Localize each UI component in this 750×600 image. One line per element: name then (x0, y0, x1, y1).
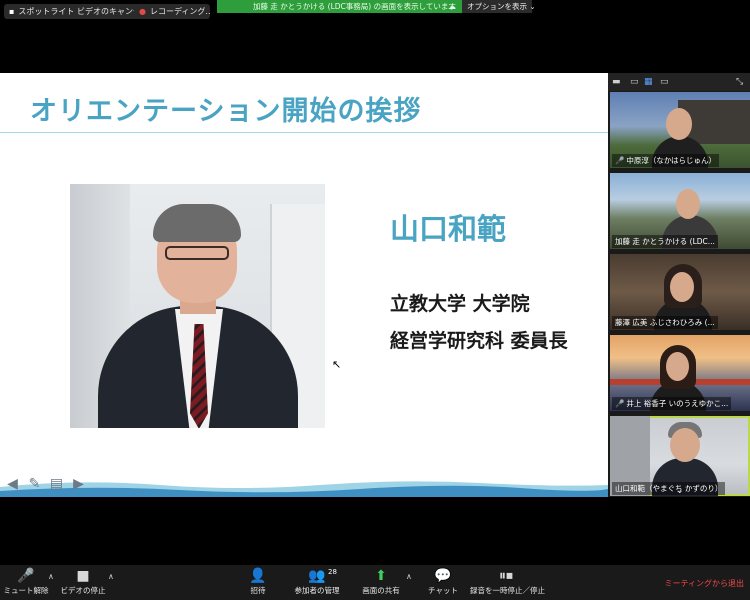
chevron-down-icon[interactable]: ⌄ (676, 486, 684, 496)
speaker-view-icon[interactable]: ▭ (630, 77, 639, 87)
video-options-caret[interactable]: ∧ (108, 572, 114, 581)
previous-slide-icon[interactable]: ◀ (4, 476, 21, 492)
recording-indicator[interactable]: ● レコーディング... (134, 4, 210, 19)
chevron-down-icon: ⌄ (529, 2, 536, 11)
participant-gallery: ▬ ▭ ▦ ▭ ⤡ 🎤 中原淳（なかはらじゅん） 加藤 走 かとうかける (LDC… (608, 73, 750, 497)
share-screen-icon: ⬆ (375, 568, 387, 584)
speaker-name: 山口和範 (390, 212, 507, 246)
decorative-wave (0, 481, 608, 497)
slide-title: オリエンテーション開始の挨拶 (30, 96, 422, 127)
stop-video-button[interactable]: ■ ビデオの停止 (60, 567, 106, 596)
participant-tile[interactable]: 藤澤 広美 ふじさわひろみ (... (610, 254, 750, 330)
title-divider (0, 132, 608, 133)
participant-name: 藤澤 広美 ふじさわひろみ (... (612, 316, 718, 329)
cloud-icon: ☁ (448, 2, 456, 11)
minimize-icon[interactable]: ▬ (612, 77, 621, 87)
share-options-caret[interactable]: ∧ (406, 572, 412, 581)
top-bar: ▪ スポットライト ビデオのキャンセル ● レコーディング... 加藤 走 かとうか… (0, 0, 750, 22)
audio-options-caret[interactable]: ∧ (48, 572, 54, 581)
exit-fullscreen-icon[interactable]: ⤡ (736, 77, 743, 87)
participant-name: 🎤 井上 裕香子 いのうえゆかこ... (612, 397, 732, 410)
pause-stop-recording-button[interactable]: ⏸⏹ 録音を一時停止／停止 (470, 567, 545, 596)
participant-tile[interactable]: 🎤 井上 裕香子 いのうえゆかこ... (610, 335, 750, 411)
spotlight-cancel-button[interactable]: ▪ スポットライト ビデオのキャンセル (4, 4, 154, 19)
next-slide-icon[interactable]: ▶ (70, 476, 87, 492)
invite-button[interactable]: 👤 招待 (245, 567, 271, 596)
spotlight-icon: ▪ (9, 7, 15, 16)
gallery-view-icon[interactable]: ▦ (644, 77, 653, 87)
participant-name: 山口和範（やまぐち かずのり） (612, 482, 726, 495)
pause-stop-icon: ⏸⏹ (499, 568, 513, 584)
speaker-affiliation-line1: 立教大学 大学院 (390, 293, 530, 315)
share-banner: 加藤 走 かとうかける (LDC事務局) の画面を表示しています ☁ (217, 0, 462, 13)
muted-mic-icon: 🎤 (615, 399, 625, 408)
leave-meeting-button[interactable]: ミーティングから退出 (664, 578, 744, 589)
slides-menu-icon[interactable]: ▤ (48, 476, 65, 492)
participant-tile-active-speaker[interactable]: 山口和範（やまぐち かずのり） ⌄ (610, 416, 750, 496)
share-screen-button[interactable]: ⬆ 画面の共有 (362, 567, 400, 596)
unmute-button[interactable]: 🎤 ミュート解除 (3, 567, 49, 596)
participant-name: 加藤 走 かとうかける (LDC... (612, 235, 718, 248)
meeting-toolbar: 🎤 ミュート解除 ∧ ■ ビデオの停止 ∧ 👤 招待 👥 28 参加者の管理 ⬆… (0, 565, 750, 600)
video-camera-icon: ■ (76, 568, 90, 584)
muted-mic-icon: 🎤 (615, 156, 625, 165)
muted-mic-icon: 🎤 (17, 568, 35, 584)
mouse-cursor-icon: ↖ (332, 358, 342, 371)
gallery-header: ▬ ▭ ▦ ▭ ⤡ (608, 73, 750, 91)
add-person-icon: 👤 (249, 568, 267, 584)
view-options-button[interactable]: オプションを表示 ⌄ (462, 0, 536, 13)
layout-icon[interactable]: ▭ (660, 77, 669, 87)
chat-icon: 💬 (434, 568, 452, 584)
participant-tile[interactable]: 加藤 走 かとうかける (LDC... (610, 173, 750, 249)
pen-icon[interactable]: ✎ (26, 476, 43, 492)
chat-button[interactable]: 💬 チャット (425, 567, 461, 596)
slide-navigation: ◀ ✎ ▤ ▶ (4, 476, 87, 492)
record-icon: ● (139, 7, 146, 16)
speaker-affiliation-line2: 経営学研究科 委員長 (390, 330, 568, 352)
participant-tile[interactable]: 🎤 中原淳（なかはらじゅん） (610, 92, 750, 168)
participant-count: 28 (328, 568, 337, 576)
shared-screen-slide: オリエンテーション開始の挨拶 山口和範 立教大学 大学院 経営学研究科 委員長 … (0, 73, 608, 497)
speaker-photo (70, 184, 325, 428)
participant-name: 🎤 中原淳（なかはらじゅん） (612, 154, 720, 167)
manage-participants-button[interactable]: 👥 28 参加者の管理 (292, 567, 342, 596)
